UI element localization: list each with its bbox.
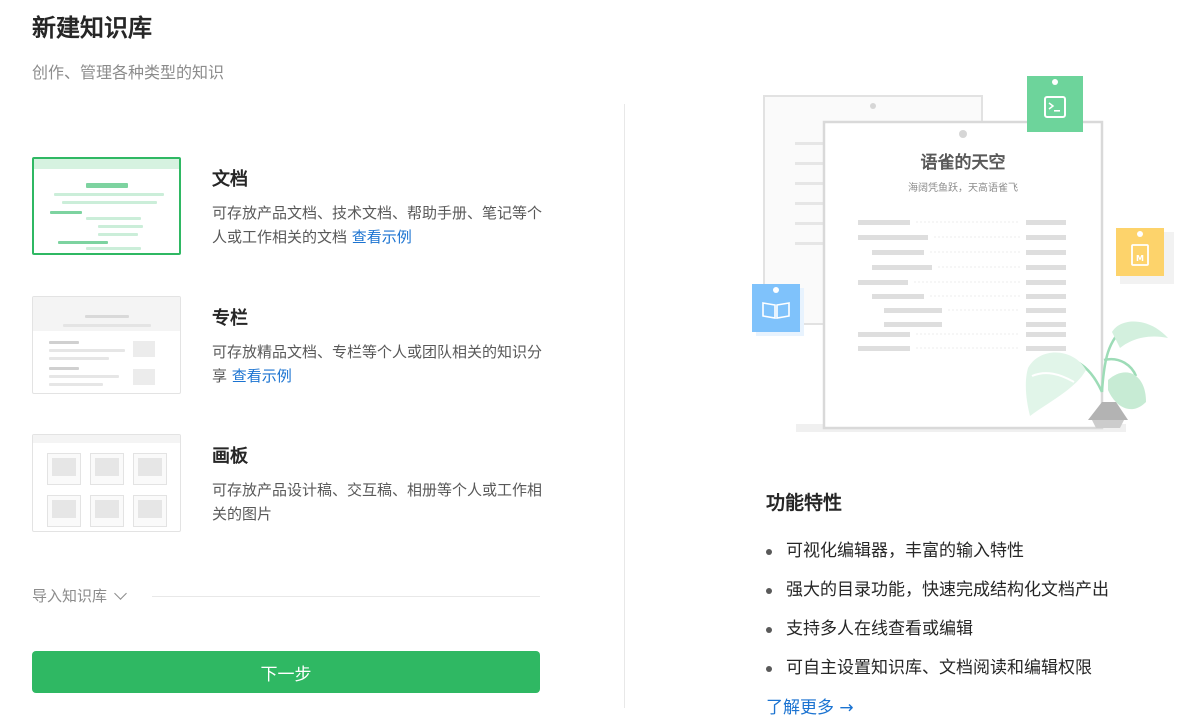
features-title: 功能特性 [766,492,843,514]
type-option-doc[interactable]: 文档 可存放产品文档、技术文档、帮助手册、笔记等个人或工作相关的文档 查看示例 [32,157,542,255]
panel-divider [624,104,625,708]
view-example-link-doc[interactable]: 查看示例 [352,228,412,246]
bullet-dot [766,666,772,672]
learn-more-link[interactable]: 了解更多 → [766,693,854,718]
doc-thumbnail [32,157,181,255]
knowledge-base-illustration: 语雀的天空 海阔凭鱼跃，天高语雀飞 M [752,76,1174,432]
type-title-column: 专栏 [212,308,248,329]
chevron-down-icon [113,587,127,600]
feature-item: 可视化编辑器，丰富的输入特性 [766,532,1109,571]
arrow-right-icon: → [839,698,854,718]
import-knowledge-base-toggle[interactable]: 导入知识库 [32,585,127,606]
type-desc-board: 可存放产品设计稿、交互稿、相册等个人或工作相关的图片 [212,481,543,523]
page-title: 新建知识库 [32,14,152,42]
type-desc-doc: 可存放产品文档、技术文档、帮助手册、笔记等个人或工作相关的文档 查看示例 [212,204,543,246]
view-example-link-column[interactable]: 查看示例 [232,367,292,385]
next-step-button[interactable]: 下一步 [32,651,540,693]
features-list: 可视化编辑器，丰富的输入特性 强大的目录功能，快速完成结构化文档产出 支持多人在… [766,532,1109,688]
feature-item: 可自主设置知识库、文档阅读和编辑权限 [766,649,1109,688]
svg-text:M: M [1136,254,1144,263]
type-title-board: 画板 [212,446,248,467]
import-label: 导入知识库 [32,587,108,605]
type-option-board[interactable]: 画板 可存放产品设计稿、交互稿、相册等个人或工作相关的图片 [32,434,542,532]
bullet-dot [766,588,772,594]
doc-subtitle: 海阔凭鱼跃，天高语雀飞 [908,181,1018,194]
type-desc-column: 可存放精品文档、专栏等个人或团队相关的知识分享 查看示例 [212,343,543,385]
column-thumbnail [32,296,181,394]
page-subtitle: 创作、管理各种类型的知识 [32,63,225,82]
bullet-dot [766,549,772,555]
feature-item: 强大的目录功能，快速完成结构化文档产出 [766,571,1109,610]
type-option-column[interactable]: 专栏 可存放精品文档、专栏等个人或团队相关的知识分享 查看示例 [32,296,542,394]
feature-item: 支持多人在线查看或编辑 [766,610,1109,649]
doc-title: 语雀的天空 [921,152,1006,173]
board-thumbnail [32,434,181,532]
type-title-doc: 文档 [212,169,248,190]
import-divider [152,596,540,597]
bullet-dot [766,627,772,633]
import-row: 导入知识库 [32,585,540,607]
